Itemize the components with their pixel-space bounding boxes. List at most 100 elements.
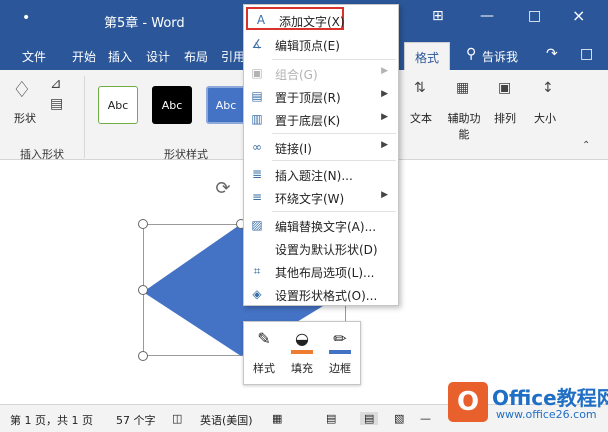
menu-item-add-text[interactable]: A 添加文字(X) (246, 7, 345, 30)
mini-toolbar: ✎ 样式 ◒ 填充 ✏ 边框 (243, 321, 361, 385)
shape-style-blue[interactable]: Abc (206, 86, 246, 124)
text-direction-icon[interactable]: ⇅ (414, 80, 426, 96)
page-info[interactable]: 第 1 页，共 1 页 (10, 412, 93, 428)
size-icon[interactable]: ↕ (542, 80, 554, 96)
menu-item-label: 添加文字(X) (279, 15, 345, 29)
accessibility-button-label[interactable]: 辅助功能 (444, 110, 484, 142)
resize-handle-top-left[interactable] (138, 219, 148, 229)
watermark-logo: O Office教程网 www.office26.com (440, 378, 608, 432)
word-count[interactable]: 57 个字 (116, 412, 156, 428)
macro-icon[interactable]: ▦ (272, 412, 282, 425)
web-layout-icon[interactable]: ▧ (394, 412, 404, 425)
pen-icon: ✏ (333, 329, 347, 348)
lightbulb-icon: ⚲ (466, 46, 477, 62)
menu-item-bring-to-front[interactable]: ▤ 置于顶层(R) ▶ (244, 85, 398, 108)
watermark-brand: Office教程网 (492, 386, 608, 410)
menu-item-edit-points[interactable]: ∡ 编辑顶点(E) (244, 33, 398, 56)
format-shape-icon: ◈ (252, 287, 262, 301)
menu-item-edit-alt-text[interactable]: ▨ 编辑替换文字(A)... (244, 214, 398, 237)
menu-item-set-default-shape[interactable]: 设置为默认形状(D) (244, 237, 398, 260)
rotate-handle-icon[interactable]: ⟳ (212, 178, 234, 200)
shapes-icon[interactable]: ♢ (12, 78, 32, 103)
resize-handle-left[interactable] (138, 285, 148, 295)
menu-item-label: 编辑顶点(E) (275, 39, 340, 53)
print-layout-icon[interactable]: ▤ (360, 412, 379, 425)
menu-item-insert-caption[interactable]: ≣ 插入题注(N)... (244, 163, 398, 186)
menu-item-more-layout-options[interactable]: ⌗ 其他布局选项(L)... (244, 260, 398, 283)
alt-text-icon: ▨ (251, 218, 263, 232)
send-back-icon: ▥ (251, 112, 263, 126)
zoom-out-button[interactable]: — (420, 412, 431, 425)
fill-label: 填充 (291, 362, 313, 375)
tab-home[interactable]: 开始 (72, 48, 96, 65)
border-label: 边框 (329, 362, 351, 375)
proofing-icon[interactable]: ◫ (172, 412, 182, 425)
menu-divider (272, 59, 396, 60)
submenu-arrow-icon: ▶ (381, 66, 388, 76)
menu-item-label: 置于底层(K) (275, 114, 341, 128)
edit-shape-icon[interactable]: ⊿ (50, 76, 62, 92)
menu-item-label: 组合(G) (275, 68, 318, 82)
menu-item-label: 设置为默认形状(D) (275, 243, 378, 257)
menu-item-format-shape[interactable]: ◈ 设置形状格式(O)... (244, 283, 398, 306)
arrange-icon[interactable]: ▣ (498, 80, 511, 96)
collapse-ribbon-icon[interactable]: ⌃ (582, 140, 590, 151)
menu-divider (272, 211, 396, 212)
submenu-arrow-icon: ▶ (381, 89, 388, 99)
minimize-button[interactable]: — (480, 8, 494, 24)
close-button[interactable]: × (572, 6, 585, 25)
tab-layout[interactable]: 布局 (184, 48, 208, 65)
menu-divider (272, 133, 396, 134)
menu-item-label: 其他布局选项(L)... (275, 266, 375, 280)
insert-shapes-group-label: 插入形状 (20, 148, 64, 161)
shape-style-outline[interactable]: Abc (98, 86, 138, 124)
shape-style-icon: ✎ (257, 329, 271, 348)
menu-item-link[interactable]: ∞ 链接(I) ▶ (244, 136, 398, 159)
shapes-button-label[interactable]: 形状 (14, 110, 36, 126)
menu-item-label: 置于顶层(R) (275, 91, 341, 105)
resize-handle-bottom-left[interactable] (138, 351, 148, 361)
text-box-insert-icon[interactable]: ▤ (50, 96, 63, 112)
bring-front-icon: ▤ (251, 89, 263, 103)
tab-design[interactable]: 设计 (146, 48, 170, 65)
menu-item-label: 编辑替换文字(A)... (275, 220, 377, 234)
document-title: 第5章 - Word (104, 16, 185, 31)
style-label: 样式 (253, 362, 275, 375)
menu-item-group: ▣ 组合(G) ▶ (244, 62, 398, 85)
text-button-label[interactable]: 文本 (410, 110, 432, 126)
tab-references[interactable]: 引用 (221, 48, 245, 65)
maximize-button[interactable]: □ (528, 8, 541, 24)
size-button-label[interactable]: 大小 (534, 110, 556, 126)
menu-item-icon-slot (250, 241, 264, 255)
menu-item-send-to-back[interactable]: ▥ 置于底层(K) ▶ (244, 108, 398, 131)
accessibility-icon[interactable]: ▦ (456, 80, 469, 96)
tell-me-search[interactable]: 告诉我 (482, 48, 518, 65)
share-icon[interactable]: ↷ (546, 46, 558, 62)
border-button[interactable]: ✏ 边框 (324, 328, 356, 376)
menu-item-label: 环绕文字(W) (275, 192, 345, 206)
fill-button[interactable]: ◒ 填充 (286, 328, 318, 376)
language[interactable]: 英语(美国) (200, 412, 253, 428)
menu-item-wrap-text[interactable]: ≡ 环绕文字(W) ▶ (244, 186, 398, 209)
shape-style-black[interactable]: Abc (152, 86, 192, 124)
shape-styles-group-label: 形状样式 (164, 148, 208, 161)
layout-options-icon: ⌗ (253, 264, 261, 278)
arrange-button-label[interactable]: 排列 (494, 110, 516, 126)
menu-item-label: 链接(I) (275, 142, 312, 156)
menu-item-label: 设置形状格式(O)... (275, 289, 378, 303)
read-mode-icon[interactable]: ▤ (326, 412, 336, 425)
tab-format[interactable]: 格式 (404, 42, 451, 70)
menu-item-label: 插入题注(N)... (275, 169, 353, 183)
group-divider (84, 76, 85, 158)
comments-icon[interactable]: □ (580, 46, 593, 62)
border-color-bar (329, 350, 351, 354)
style-button[interactable]: ✎ 样式 (248, 328, 280, 376)
wrap-text-icon: ≡ (251, 190, 263, 204)
quick-access-toolbar[interactable]: • (22, 10, 30, 26)
ribbon-display-options-button[interactable]: ⊞ (432, 8, 444, 24)
menu-divider (272, 160, 396, 161)
tab-insert[interactable]: 插入 (108, 48, 132, 65)
group-icon: ▣ (251, 66, 263, 80)
submenu-arrow-icon: ▶ (381, 112, 388, 122)
tab-file[interactable]: 文件 (22, 48, 46, 65)
